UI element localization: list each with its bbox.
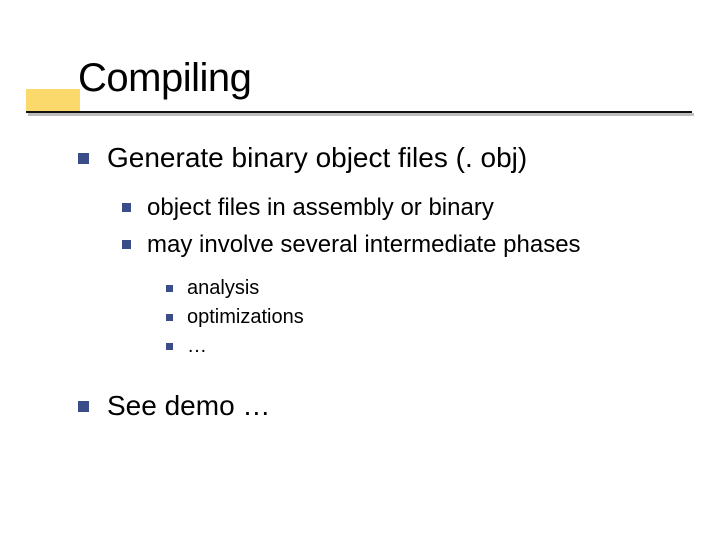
level2-group: object files in assembly or binary may i… (122, 192, 690, 360)
slide-body: Generate binary object files (. obj) obj… (78, 140, 690, 429)
square-bullet-icon (166, 343, 173, 350)
bullet-level3: optimizations (166, 304, 690, 331)
square-bullet-icon (166, 314, 173, 321)
square-bullet-icon (122, 240, 131, 249)
title-accent-block (26, 89, 80, 111)
level3-group: analysis optimizations … (166, 275, 690, 360)
title-underline-shadow (28, 113, 694, 116)
bullet-text: object files in assembly or binary (147, 192, 494, 224)
bullet-text: may involve several intermediate phases (147, 229, 581, 261)
bullet-text: optimizations (187, 304, 304, 331)
square-bullet-icon (122, 203, 131, 212)
bullet-text: See demo … (107, 388, 270, 424)
bullet-level2: may involve several intermediate phases (122, 229, 690, 261)
square-bullet-icon (166, 285, 173, 292)
slide-title: Compiling (78, 56, 251, 101)
bullet-level3: analysis (166, 275, 690, 302)
bullet-level3: … (166, 333, 690, 360)
bullet-text: analysis (187, 275, 259, 302)
bullet-text: … (187, 333, 207, 360)
square-bullet-icon (78, 401, 89, 412)
bullet-level1: Generate binary object files (. obj) (78, 140, 690, 176)
bullet-text: Generate binary object files (. obj) (107, 140, 527, 176)
bullet-level2: object files in assembly or binary (122, 192, 690, 224)
square-bullet-icon (78, 153, 89, 164)
bullet-level1: See demo … (78, 388, 690, 424)
